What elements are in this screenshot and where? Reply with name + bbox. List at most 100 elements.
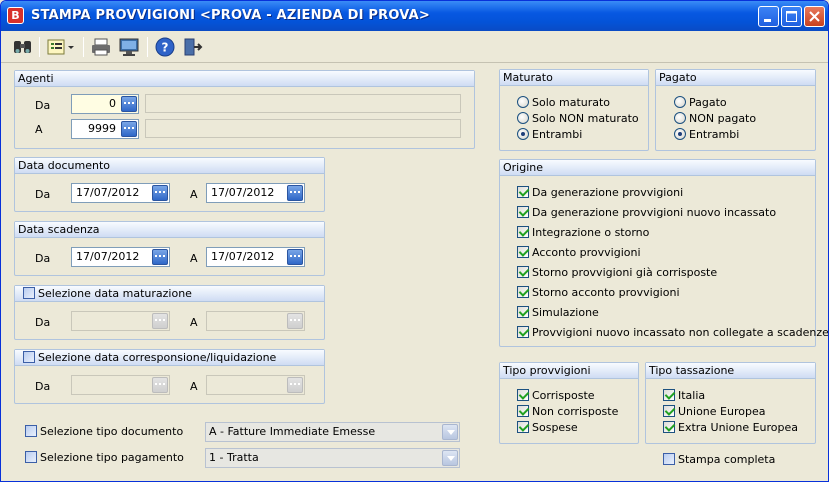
app-icon[interactable]: B xyxy=(7,7,24,24)
checkbox-checked[interactable] xyxy=(517,186,529,198)
data-documento-da-input[interactable]: 17/07/2012 xyxy=(71,183,170,203)
agenti-a-label: A xyxy=(35,123,43,136)
origine-item[interactable]: Da generazione provvigioni xyxy=(517,186,683,201)
tipo-provvigioni-group: Tipo provvigioni Corrisposte Non corrisp… xyxy=(499,362,639,444)
data-scadenza-da-calendar-button[interactable] xyxy=(152,249,168,265)
origine-item[interactable]: Da generazione provvigioni nuovo incassa… xyxy=(517,206,776,221)
data-maturazione-header[interactable]: Selezione data maturazione xyxy=(15,286,324,302)
agenti-da-input[interactable]: 0 xyxy=(71,94,139,114)
radio-button[interactable] xyxy=(517,112,529,124)
origine-item[interactable]: Storno provvigioni già corrisposte xyxy=(517,266,717,281)
stampa-completa-toggle[interactable]: Stampa completa xyxy=(663,453,775,468)
tipo-tassazione-item-label: Unione Europea xyxy=(678,405,766,418)
data-maturazione-a-input xyxy=(206,311,305,331)
ellipsis-icon xyxy=(155,383,165,386)
data-scadenza-da-input[interactable]: 17/07/2012 xyxy=(71,247,170,267)
radio-button[interactable] xyxy=(517,96,529,108)
checkbox-checked[interactable] xyxy=(517,405,529,417)
tipo-documento-checkbox[interactable] xyxy=(25,425,37,437)
data-documento-da-calendar-button[interactable] xyxy=(152,185,168,201)
agenti-da-description xyxy=(145,94,461,113)
search-button[interactable] xyxy=(11,36,35,58)
tipo-documento-toggle[interactable]: Selezione tipo documento xyxy=(25,425,183,440)
ellipsis-icon xyxy=(290,255,300,258)
data-corresponsione-header[interactable]: Selezione data corresponsione/liquidazio… xyxy=(15,350,324,366)
print-button[interactable] xyxy=(89,36,113,58)
origine-item[interactable]: Integrazione o storno xyxy=(517,226,649,241)
radio-button[interactable] xyxy=(674,96,686,108)
checkbox-checked[interactable] xyxy=(517,206,529,218)
data-documento-a-input[interactable]: 17/07/2012 xyxy=(206,183,305,203)
data-corresponsione-header-label: Selezione data corresponsione/liquidazio… xyxy=(38,351,277,364)
origine-item-label: Da generazione provvigioni nuovo incassa… xyxy=(532,206,777,219)
checkbox-checked[interactable] xyxy=(517,306,529,318)
pagato-option-entrambi[interactable]: Entrambi xyxy=(674,128,739,143)
data-maturazione-a-label: A xyxy=(190,316,198,329)
tipo-tassazione-item[interactable]: Italia xyxy=(663,389,705,404)
tipo-provvigioni-item[interactable]: Corrisposte xyxy=(517,389,595,404)
tipo-provvigioni-item[interactable]: Sospese xyxy=(517,421,578,436)
preview-button[interactable] xyxy=(117,36,141,58)
agenti-group: Agenti Da 0 A 9999 xyxy=(14,70,475,149)
maturato-option-solo-non-maturato[interactable]: Solo NON maturato xyxy=(517,112,639,127)
checkbox-checked[interactable] xyxy=(663,389,675,401)
agenti-da-lookup-button[interactable] xyxy=(121,96,137,112)
data-maturazione-a-calendar-button xyxy=(287,313,303,329)
radio-button-selected[interactable] xyxy=(517,128,529,140)
agenti-a-input[interactable]: 9999 xyxy=(71,119,139,139)
pagato-header: Pagato xyxy=(656,70,815,86)
data-scadenza-a-input[interactable]: 17/07/2012 xyxy=(206,247,305,267)
checkbox-checked[interactable] xyxy=(517,266,529,278)
radio-button-selected[interactable] xyxy=(674,128,686,140)
data-scadenza-a-calendar-button[interactable] xyxy=(287,249,303,265)
origine-item-label: Integrazione o storno xyxy=(532,226,650,239)
checkbox-checked[interactable] xyxy=(517,226,529,238)
tipo-provvigioni-item-label: Sospese xyxy=(532,421,578,434)
checkbox-checked[interactable] xyxy=(517,421,529,433)
help-icon: ? xyxy=(155,37,175,57)
checkbox-checked[interactable] xyxy=(663,421,675,433)
checkbox-checked[interactable] xyxy=(517,389,529,401)
checkbox-checked[interactable] xyxy=(663,405,675,417)
data-maturazione-checkbox[interactable] xyxy=(23,287,35,299)
chevron-down-icon[interactable] xyxy=(442,450,458,466)
close-button[interactable] xyxy=(804,6,825,27)
tipo-pagamento-select[interactable]: 1 - Tratta xyxy=(205,448,460,468)
maximize-button[interactable] xyxy=(781,6,802,27)
pagato-option-pagato[interactable]: Pagato xyxy=(674,96,727,111)
checkbox-checked[interactable] xyxy=(517,246,529,258)
data-documento-group: Data documento Da 17/07/2012 A 17/07/201… xyxy=(14,157,325,212)
exit-button[interactable] xyxy=(181,36,205,58)
checkbox-checked[interactable] xyxy=(517,326,529,338)
origine-item[interactable]: Storno acconto provvigioni xyxy=(517,286,680,301)
maturato-option-label: Entrambi xyxy=(532,128,583,141)
data-corresponsione-checkbox[interactable] xyxy=(23,351,35,363)
pagato-option-non-pagato[interactable]: NON pagato xyxy=(674,112,756,127)
options-dropdown-button[interactable] xyxy=(45,36,77,58)
chevron-down-icon[interactable] xyxy=(442,424,458,440)
agenti-a-lookup-button[interactable] xyxy=(121,121,137,137)
stampa-completa-checkbox[interactable] xyxy=(663,453,675,465)
origine-item[interactable]: Acconto provvigioni xyxy=(517,246,641,261)
close-icon xyxy=(809,11,820,22)
stampa-completa-label: Stampa completa xyxy=(678,453,776,466)
tipo-tassazione-item[interactable]: Extra Unione Europea xyxy=(663,421,798,436)
tipo-documento-select[interactable]: A - Fatture Immediate Emesse xyxy=(205,422,460,442)
origine-item[interactable]: Simulazione xyxy=(517,306,599,321)
title-bar[interactable]: B STAMPA PROVVIGIONI <PROVA - AZIENDA DI… xyxy=(1,1,828,31)
maturato-group: Maturato Solo maturato Solo NON maturato… xyxy=(499,69,649,151)
maturato-option-solo-maturato[interactable]: Solo maturato xyxy=(517,96,610,111)
maturato-option-entrambi[interactable]: Entrambi xyxy=(517,128,582,143)
help-button[interactable]: ? xyxy=(153,36,177,58)
printer-icon xyxy=(92,38,110,56)
radio-button[interactable] xyxy=(674,112,686,124)
tipo-provvigioni-item[interactable]: Non corrisposte xyxy=(517,405,618,420)
origine-item[interactable]: Provvigioni nuovo incassato non collegat… xyxy=(517,326,828,341)
checkbox-checked[interactable] xyxy=(517,286,529,298)
tipo-pagamento-checkbox[interactable] xyxy=(25,451,37,463)
tipo-pagamento-toggle[interactable]: Selezione tipo pagamento xyxy=(25,451,184,466)
minimize-button[interactable] xyxy=(758,6,779,27)
tipo-tassazione-item[interactable]: Unione Europea xyxy=(663,405,765,420)
data-documento-a-calendar-button[interactable] xyxy=(287,185,303,201)
maturato-option-label: Solo NON maturato xyxy=(532,112,639,125)
